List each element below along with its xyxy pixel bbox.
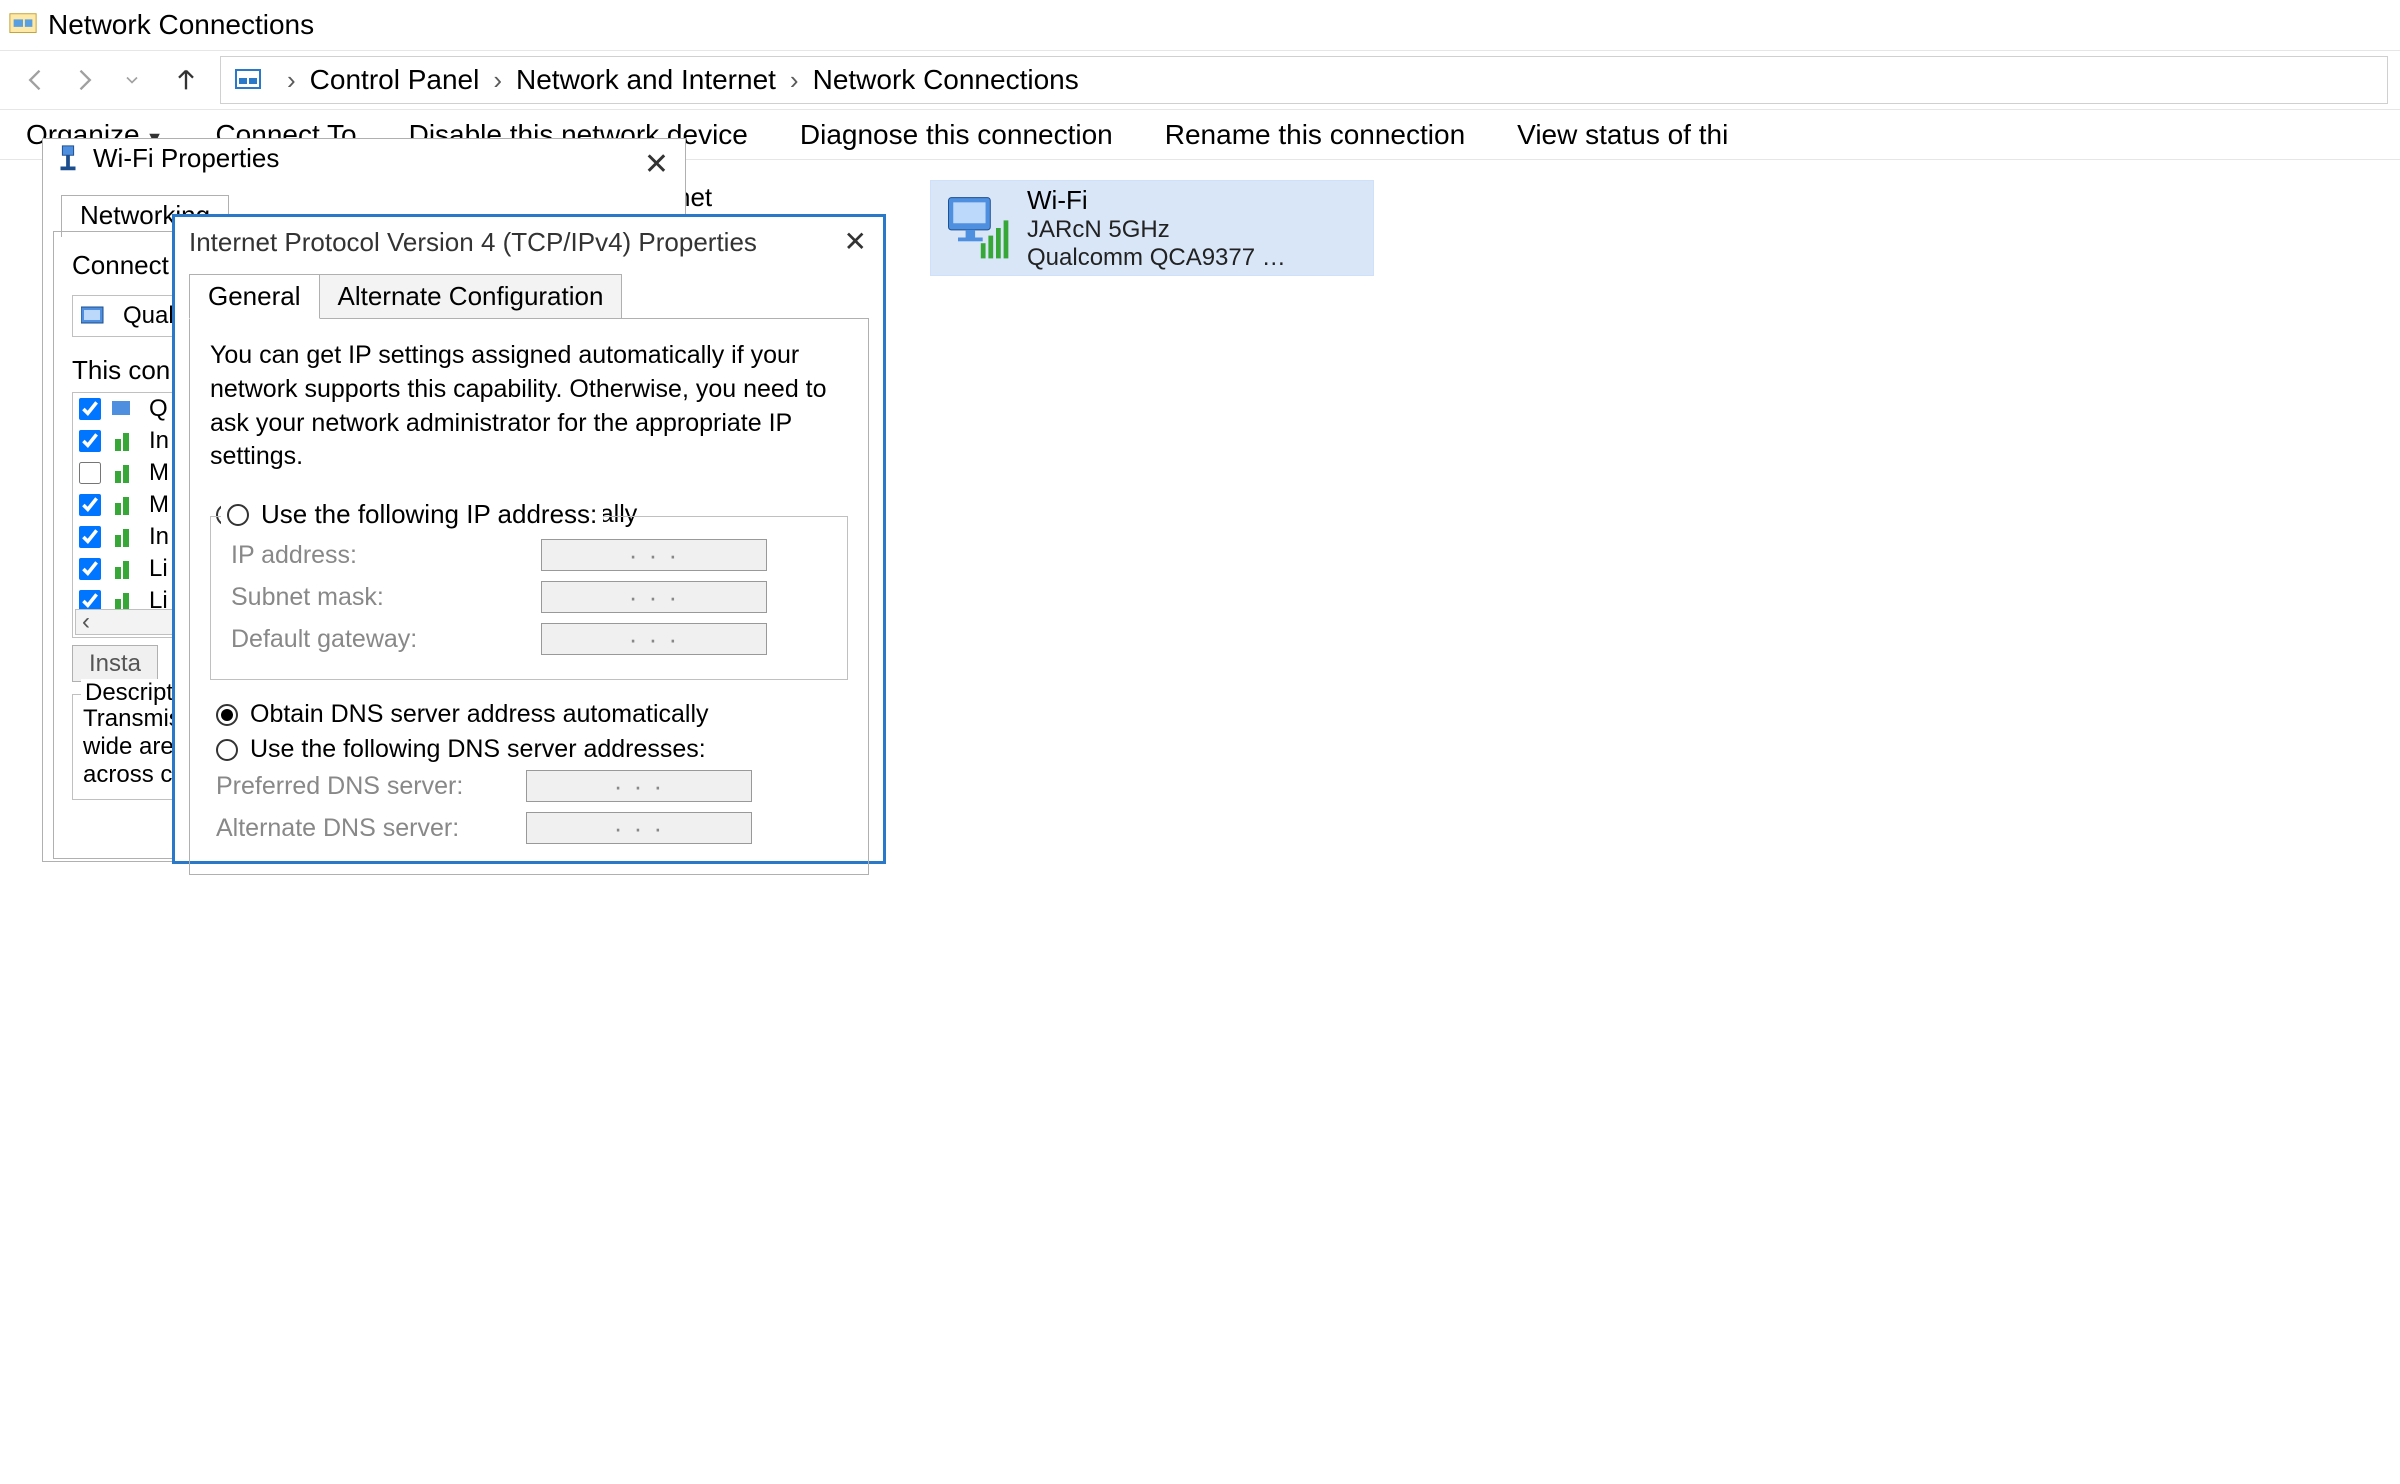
- forward-button[interactable]: [60, 60, 108, 100]
- row-preferred-dns: Preferred DNS server: · · ·: [216, 770, 842, 802]
- dns-fields: Preferred DNS server: · · · Alternate DN…: [216, 770, 842, 844]
- checkbox[interactable]: [79, 398, 101, 420]
- protocol-label: M: [149, 459, 169, 487]
- network-connections-icon: [8, 10, 38, 40]
- label-preferred-dns: Preferred DNS server:: [216, 772, 526, 801]
- chevron-right-icon: ›: [287, 65, 296, 96]
- connection-adapter: Qualcomm QCA9377 802.1…: [1027, 244, 1297, 272]
- protocol-icon: [111, 429, 139, 453]
- toolbar-view-status[interactable]: View status of thi: [1491, 119, 1754, 151]
- input-preferred-dns[interactable]: · · ·: [526, 770, 752, 802]
- row-default-gateway: Default gateway: · · ·: [231, 623, 827, 655]
- breadcrumb-seg-3[interactable]: Network Connections: [813, 64, 1079, 96]
- tab-general[interactable]: General: [189, 274, 320, 319]
- connection-title: Wi-Fi: [1027, 185, 1297, 216]
- back-button[interactable]: [12, 60, 60, 100]
- protocol-label: Li: [149, 555, 168, 583]
- label-alternate-dns: Alternate DNS server:: [216, 814, 526, 843]
- close-button[interactable]: ✕: [644, 147, 669, 182]
- protocol-icon: [111, 493, 139, 517]
- ethernet-icon: [53, 144, 83, 174]
- wifi-adapter-icon: [939, 190, 1015, 266]
- protocol-label: In: [149, 427, 169, 455]
- radio-icon: [227, 504, 249, 526]
- connection-text: Wi-Fi JARcN 5GHz Qualcomm QCA9377 802.1…: [1027, 185, 1297, 272]
- protocol-icon: [111, 397, 139, 421]
- ipv4-sheet: You can get IP settings assigned automat…: [189, 318, 869, 875]
- adapter-text: Qual: [123, 302, 174, 330]
- radio-use-dns[interactable]: Use the following DNS server addresses:: [216, 735, 842, 764]
- ipv4-tabs: General Alternate Configuration: [175, 274, 883, 319]
- ipv4-dialog-title: Internet Protocol Version 4 (TCP/IPv4) P…: [175, 217, 883, 268]
- tab-alternate-configuration[interactable]: Alternate Configuration: [319, 274, 623, 319]
- chevron-right-icon: ›: [790, 65, 799, 96]
- address-bar-icon: [233, 64, 265, 96]
- chevron-right-icon: ›: [493, 65, 502, 96]
- radio-use-ip[interactable]: Use the following IP address:: [221, 499, 603, 530]
- radio-icon: [216, 704, 238, 726]
- ipv4-properties-dialog: Internet Protocol Version 4 (TCP/IPv4) P…: [172, 214, 886, 864]
- wifi-properties-title: Wi-Fi Properties: [93, 143, 279, 174]
- checkbox[interactable]: [79, 526, 101, 548]
- toolbar-rename[interactable]: Rename this connection: [1139, 119, 1491, 151]
- row-subnet-mask: Subnet mask: · · ·: [231, 581, 827, 613]
- protocol-label: M: [149, 491, 169, 519]
- checkbox[interactable]: [79, 462, 101, 484]
- protocol-label: In: [149, 523, 169, 551]
- up-button[interactable]: [162, 60, 210, 100]
- connection-ssid: JARcN 5GHz: [1027, 216, 1297, 244]
- label-subnet-mask: Subnet mask:: [231, 583, 541, 612]
- protocol-icon: [111, 557, 139, 581]
- input-alternate-dns[interactable]: · · ·: [526, 812, 752, 844]
- row-ip-address: IP address: · · ·: [231, 539, 827, 571]
- label-ip-address: IP address:: [231, 541, 541, 570]
- breadcrumb-seg-1[interactable]: Control Panel: [310, 64, 480, 96]
- connection-item-wifi[interactable]: Wi-Fi JARcN 5GHz Qualcomm QCA9377 802.1…: [930, 180, 1374, 276]
- recent-dropdown[interactable]: [108, 60, 156, 100]
- description-legend: Descripti: [81, 679, 182, 707]
- checkbox[interactable]: [79, 558, 101, 580]
- ip-address-fieldset: Use the following IP address: IP address…: [210, 516, 848, 680]
- wifi-properties-titlebar[interactable]: Wi-Fi Properties: [43, 139, 685, 178]
- breadcrumb-seg-2[interactable]: Network and Internet: [516, 64, 776, 96]
- row-alternate-dns: Alternate DNS server: · · ·: [216, 812, 842, 844]
- protocol-icon: [111, 461, 139, 485]
- window-title-bar: Network Connections: [0, 0, 2400, 50]
- ipv4-description: You can get IP settings assigned automat…: [210, 339, 848, 474]
- protocol-icon: [111, 525, 139, 549]
- adapter-icon: [81, 303, 113, 329]
- toolbar-diagnose[interactable]: Diagnose this connection: [774, 119, 1139, 151]
- nav-bar: › Control Panel › Network and Internet ›…: [0, 50, 2400, 110]
- radio-obtain-dns-auto[interactable]: Obtain DNS server address automatically: [216, 700, 842, 729]
- label-default-gateway: Default gateway:: [231, 625, 541, 654]
- address-bar[interactable]: › Control Panel › Network and Internet ›…: [220, 56, 2388, 104]
- checkbox[interactable]: [79, 494, 101, 516]
- install-button[interactable]: Insta: [72, 645, 158, 682]
- close-button[interactable]: ✕: [844, 225, 867, 258]
- input-default-gateway[interactable]: · · ·: [541, 623, 767, 655]
- radio-label: Obtain DNS server address automatically: [250, 700, 709, 729]
- checkbox[interactable]: [79, 430, 101, 452]
- radio-label: Use the following DNS server addresses:: [250, 735, 706, 764]
- input-subnet-mask[interactable]: · · ·: [541, 581, 767, 613]
- protocol-label: Q: [149, 395, 168, 423]
- window-title: Network Connections: [48, 9, 314, 41]
- radio-label: Use the following IP address:: [261, 499, 597, 530]
- input-ip-address[interactable]: · · ·: [541, 539, 767, 571]
- radio-icon: [216, 739, 238, 761]
